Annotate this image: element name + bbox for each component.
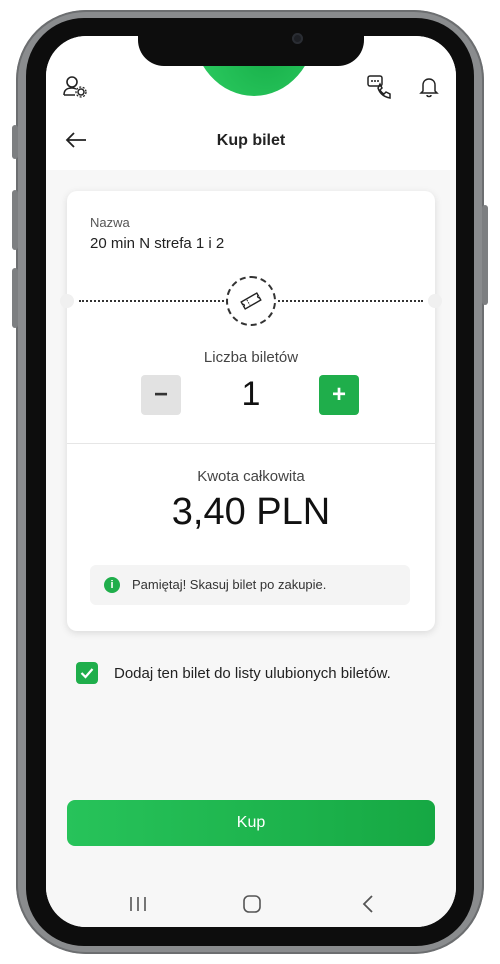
info-text: Pamiętaj! Skasuj bilet po zakupie.: [132, 577, 327, 592]
page-title: Kup bilet: [216, 132, 286, 149]
ticket-count-label: Liczba biletów: [203, 349, 299, 366]
ticket-name-label: Nazwa: [90, 215, 130, 230]
user-settings-icon[interactable]: [62, 74, 88, 100]
favorite-option[interactable]: Dodaj ten bilet do listy ulubionych bile…: [76, 662, 436, 686]
ticket-notch-right: [428, 294, 442, 308]
system-nav-bar: [46, 881, 456, 927]
ticket-count-value: 1: [241, 375, 261, 413]
info-icon: i: [104, 577, 120, 593]
ticket-notch-left: [60, 294, 74, 308]
check-icon: [80, 668, 94, 679]
chat-phone-icon[interactable]: [366, 74, 392, 100]
total-label: Kwota całkowita: [197, 468, 305, 485]
ticket-name-value: 20 min N strefa 1 i 2: [90, 235, 225, 252]
back-nav-icon[interactable]: [356, 893, 380, 915]
front-camera: [292, 33, 303, 44]
favorite-checkbox[interactable]: [76, 662, 98, 684]
app-screen: Kup bilet Nazwa 20 min N strefa 1 i 2 Li…: [46, 36, 456, 927]
side-button: [12, 125, 18, 159]
buy-button[interactable]: Kup: [67, 800, 435, 846]
favorite-label[interactable]: Dodaj ten bilet do listy ulubionych bile…: [114, 665, 391, 682]
divider: [67, 443, 435, 444]
decrease-count-button[interactable]: −: [141, 375, 181, 415]
home-icon[interactable]: [240, 893, 264, 915]
increase-count-button[interactable]: +: [319, 375, 359, 415]
total-value: 3,40 PLN: [171, 491, 331, 533]
bell-icon[interactable]: [416, 74, 442, 100]
info-notice: i Pamiętaj! Skasuj bilet po zakupie.: [90, 565, 410, 605]
notch: [138, 28, 364, 66]
side-button: [482, 205, 488, 305]
side-button: [12, 190, 18, 250]
side-button: [12, 268, 18, 328]
title-bar: Kup bilet: [46, 108, 456, 170]
ticket-card: Nazwa 20 min N strefa 1 i 2 Liczba bilet…: [60, 191, 442, 631]
recent-apps-icon[interactable]: [126, 893, 150, 915]
ticket-icon: [226, 276, 276, 326]
